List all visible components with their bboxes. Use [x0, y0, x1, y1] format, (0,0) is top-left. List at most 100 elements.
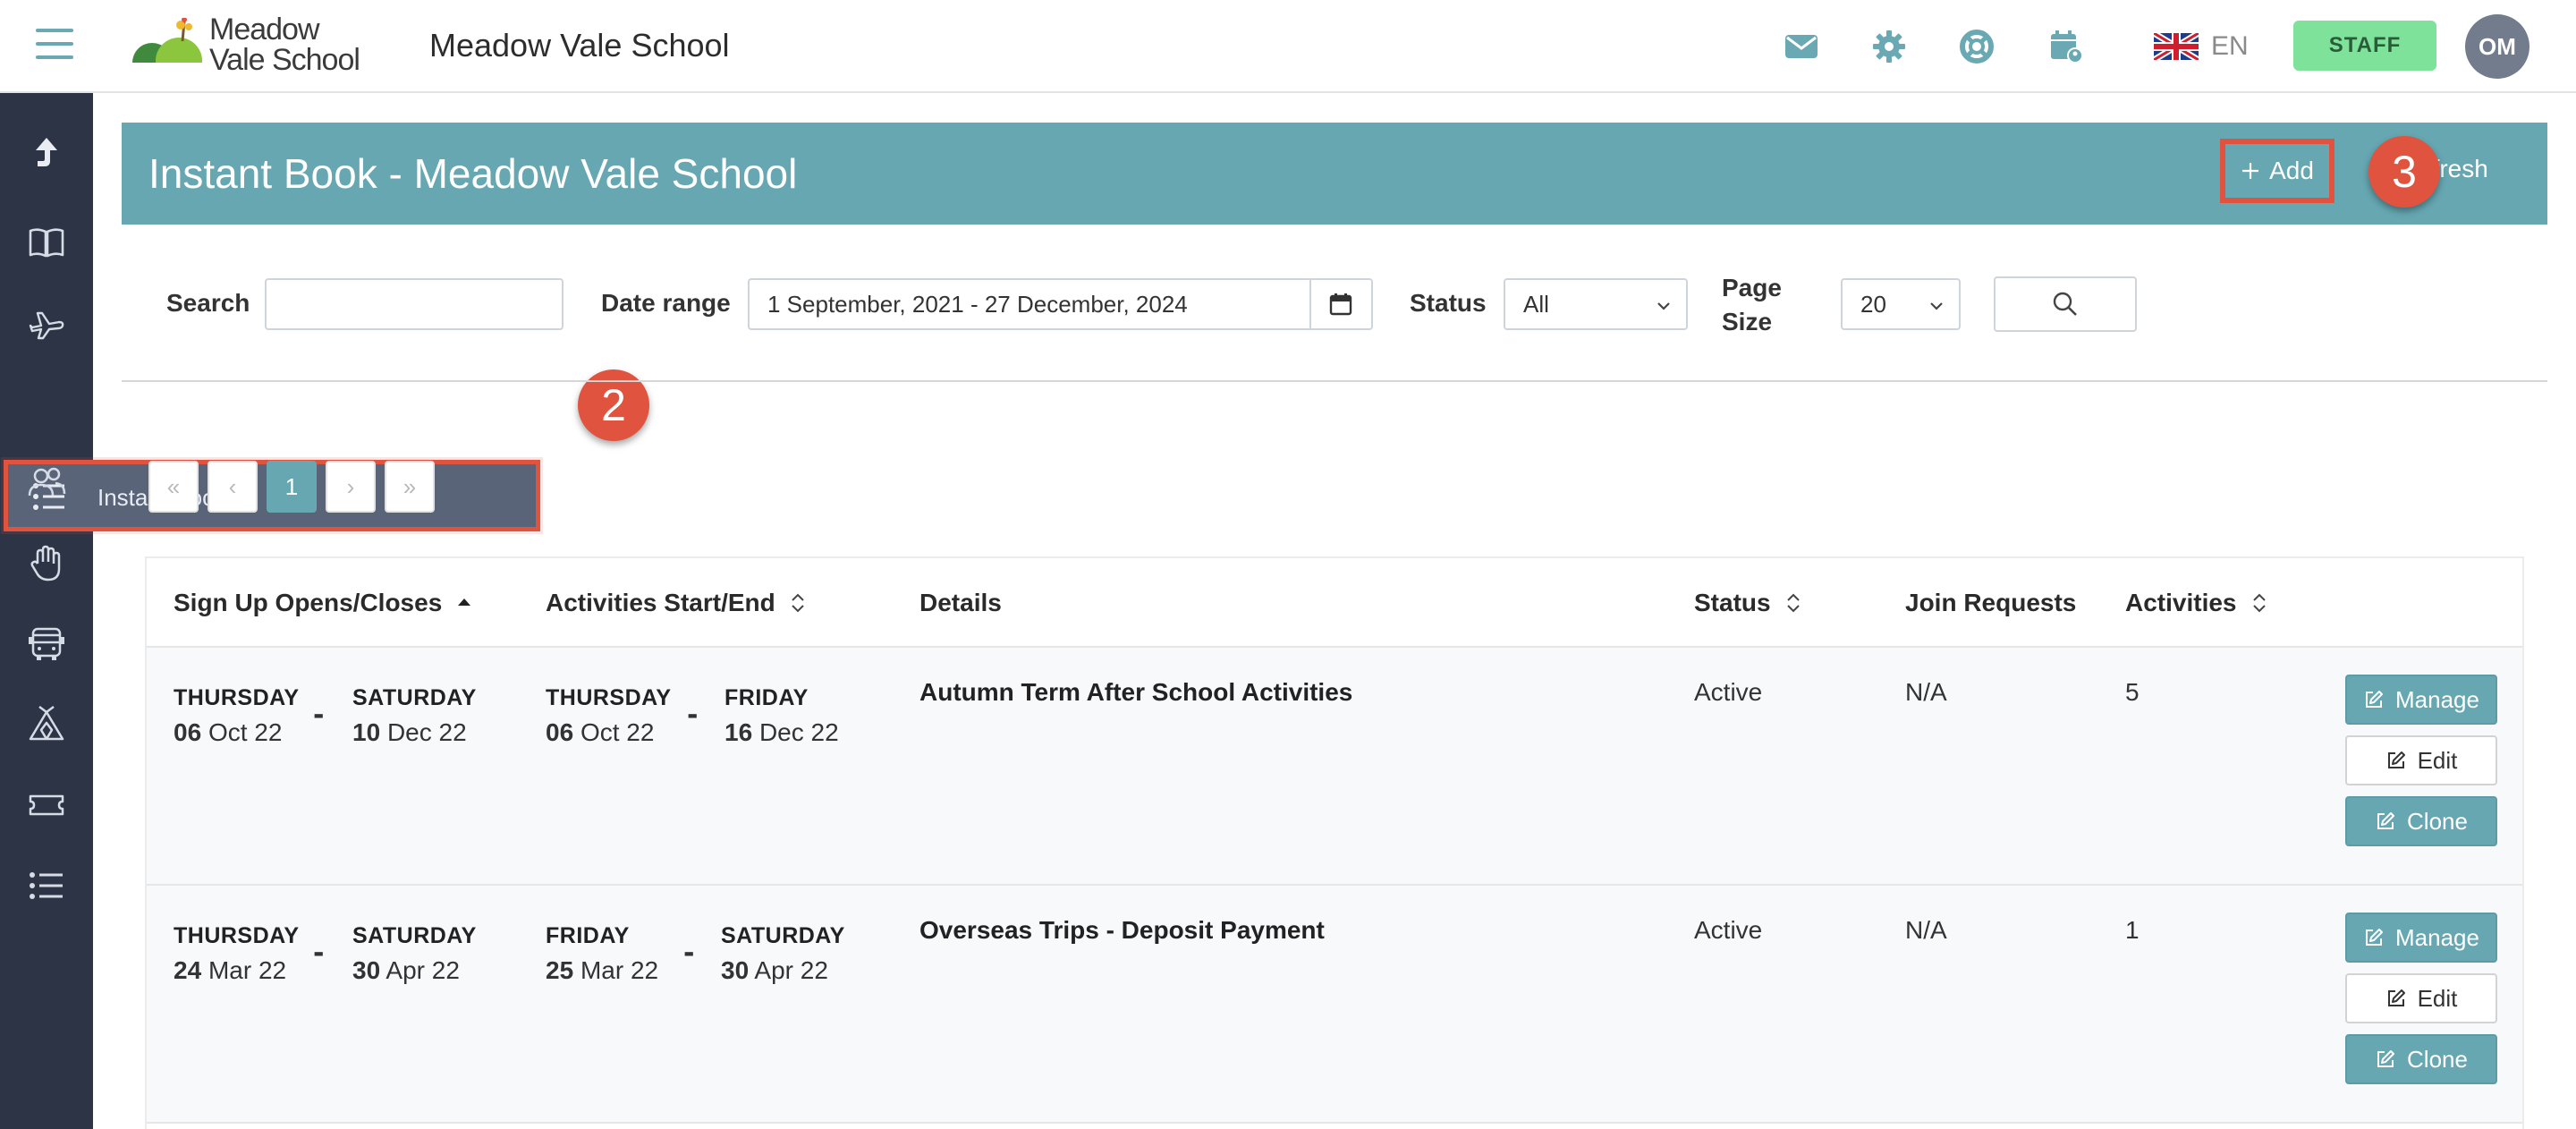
column-header-activities[interactable]: Activities	[2125, 589, 2267, 617]
gear-icon[interactable]	[1871, 29, 1907, 64]
add-button[interactable]: Add	[2220, 139, 2334, 203]
table-header: Sign Up Opens/Closes Activities Start/En…	[147, 558, 2522, 648]
chevron-down-icon	[1657, 302, 1670, 310]
page-size-select[interactable]: 20	[1841, 278, 1961, 330]
staff-button[interactable]: STAFF	[2293, 21, 2436, 71]
page-button-current[interactable]: 1	[267, 461, 317, 513]
plane-icon[interactable]	[27, 304, 66, 344]
school-title: Meadow Vale School	[429, 27, 730, 64]
page-size-label: Page Size	[1722, 274, 1782, 335]
calendar-button[interactable]	[1310, 278, 1373, 330]
users-icon[interactable]	[27, 463, 66, 503]
panel-header: Instant Book - Meadow Vale School Add ef…	[122, 123, 2547, 225]
sort-icon	[1786, 593, 1800, 613]
status-label: Status	[1410, 289, 1487, 317]
last-page-button[interactable]: »	[385, 461, 435, 513]
manage-button[interactable]: Manage	[2345, 675, 2497, 725]
activities-start-date: THURSDAY 06 Oct 22	[546, 685, 672, 746]
signup-open-date: THURSDAY 24 Mar 22	[174, 923, 300, 984]
status-select-value: All	[1523, 290, 1549, 318]
menu-icon[interactable]	[36, 29, 73, 61]
activities-end-date: FRIDAY 16 Dec 22	[724, 685, 839, 746]
first-page-button[interactable]: «	[148, 461, 199, 513]
edit-icon	[2366, 929, 2384, 946]
instant-book-table: Sign Up Opens/Closes Activities Start/En…	[145, 556, 2524, 1129]
column-header-details: Details	[919, 589, 1002, 616]
top-bar: Meadow Vale School Meadow Vale School EN…	[0, 0, 2576, 93]
signup-close-date: SATURDAY 10 Dec 22	[352, 685, 477, 746]
previous-page-button[interactable]: ‹	[208, 461, 258, 513]
edit-icon	[2387, 989, 2405, 1006]
column-header-signup[interactable]: Sign Up Opens/Closes	[174, 589, 472, 617]
add-label: Add	[2269, 157, 2314, 184]
column-header-activities-start[interactable]: Activities Start/End	[546, 589, 806, 617]
row-details: Overseas Trips - Deposit Payment	[919, 916, 1325, 944]
uk-flag-icon	[2154, 33, 2199, 60]
date-separator: -	[683, 938, 695, 969]
edit-icon	[2387, 751, 2405, 768]
row-activities-count: 1	[2125, 916, 2140, 944]
language-code: EN	[2211, 31, 2249, 61]
list-icon[interactable]	[27, 866, 66, 905]
edit-button[interactable]: Edit	[2345, 973, 2497, 1023]
row-status: Active	[1694, 916, 1763, 944]
page-size-value: 20	[1860, 290, 1886, 318]
clone-button[interactable]: Clone	[2345, 796, 2497, 846]
page-title: Instant Book - Meadow Vale School	[148, 150, 798, 197]
sort-asc-icon	[458, 598, 471, 606]
row-join-requests: N/A	[1905, 916, 1947, 944]
date-range-label: Date range	[601, 289, 731, 317]
upload-arrow-icon[interactable]	[27, 134, 66, 174]
avatar[interactable]: OM	[2465, 14, 2529, 79]
date-separator: -	[313, 938, 325, 969]
status-select[interactable]: All	[1504, 278, 1688, 330]
bus-icon[interactable]	[27, 624, 66, 664]
calendar-icon	[1329, 293, 1352, 316]
date-separator: -	[313, 700, 325, 731]
column-header-status[interactable]: Status	[1694, 589, 1801, 617]
meadow-logo-icon	[129, 18, 209, 81]
row-activities-count: 5	[2125, 678, 2140, 706]
language-selector[interactable]: EN	[2154, 27, 2249, 66]
sort-icon	[2252, 593, 2266, 613]
search-input[interactable]	[265, 278, 564, 330]
hand-icon[interactable]	[27, 544, 66, 583]
table-row: THURSDAY 24 Mar 22 - SATURDAY 30 Apr 22 …	[147, 886, 2522, 1124]
ticket-icon[interactable]	[27, 785, 66, 825]
step-callout-3: 3	[2368, 136, 2440, 208]
row-details: Autumn Term After School Activities	[919, 678, 1353, 706]
activities-start-date: FRIDAY 25 Mar 22	[546, 923, 659, 984]
manage-button[interactable]: Manage	[2345, 913, 2497, 963]
next-page-button[interactable]: ›	[326, 461, 376, 513]
sidebar: Instant Book	[0, 93, 540, 1129]
sort-icon	[792, 593, 804, 613]
book-icon[interactable]	[27, 224, 66, 263]
signup-close-date: SATURDAY 30 Apr 22	[352, 923, 477, 984]
edit-icon	[2366, 691, 2384, 708]
chevron-down-icon	[1930, 302, 1943, 310]
search-icon	[2053, 292, 2077, 316]
row-join-requests: N/A	[1905, 678, 1947, 706]
school-logo[interactable]: Meadow Vale School	[129, 13, 361, 81]
pagination: « ‹ 1 › »	[148, 461, 435, 513]
table-row: THURSDAY 06 Oct 22 - SATURDAY 10 Dec 22 …	[147, 648, 2522, 886]
edit-button[interactable]: Edit	[2345, 735, 2497, 785]
edit-icon	[2377, 1050, 2395, 1067]
search-label: Search	[166, 289, 250, 317]
mail-icon[interactable]	[1784, 29, 1819, 64]
clone-button[interactable]: Clone	[2345, 1034, 2497, 1084]
date-range-input[interactable]: 1 September, 2021 - 27 December, 2024	[748, 278, 1311, 330]
plus-icon	[2242, 163, 2259, 179]
lifebuoy-icon[interactable]	[1959, 29, 1995, 64]
signup-open-date: THURSDAY 06 Oct 22	[174, 685, 300, 746]
search-button[interactable]	[1994, 276, 2137, 332]
column-header-join-requests: Join Requests	[1905, 589, 2077, 616]
calendar-user-icon[interactable]	[2048, 29, 2084, 64]
tent-icon[interactable]	[27, 705, 66, 744]
date-separator: -	[687, 700, 699, 731]
filter-bar: Search Date range 1 September, 2021 - 27…	[122, 225, 2547, 382]
logo-text: Meadow Vale School	[209, 13, 360, 77]
edit-icon	[2377, 812, 2395, 829]
activities-end-date: SATURDAY 30 Apr 22	[721, 923, 845, 984]
row-status: Active	[1694, 678, 1763, 706]
